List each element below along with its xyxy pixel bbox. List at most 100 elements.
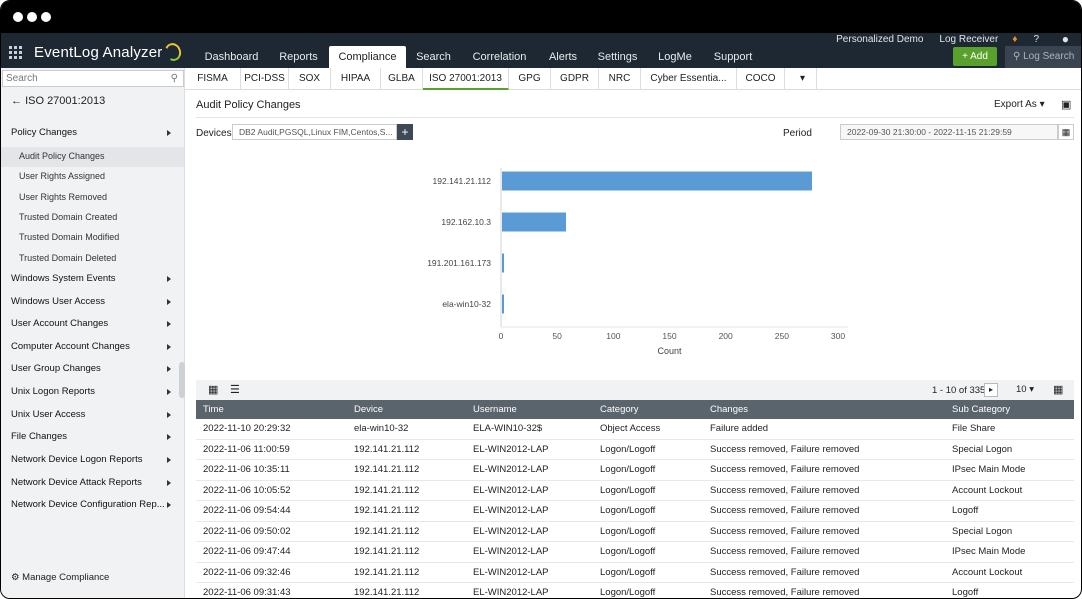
table-row[interactable]: 2022-11-06 09:31:43 192.141.21.112 EL-WIN2… <box>196 583 1074 598</box>
column-chooser-icon[interactable]: ▦ <box>1053 383 1063 396</box>
next-page-button[interactable]: ▸ <box>984 383 998 397</box>
search-icon[interactable]: ⚲ <box>171 71 178 86</box>
compliance-subtab[interactable]: SOX <box>289 68 331 90</box>
table-row[interactable]: 2022-11-06 10:35:11 192.141.21.112 EL-WIN2… <box>196 460 1074 481</box>
sidebar-item[interactable]: Audit Policy Changes <box>19 148 105 164</box>
chart-bar[interactable] <box>502 294 504 314</box>
column-header[interactable]: Time <box>203 400 224 419</box>
table-row[interactable]: 2022-11-06 09:54:44 192.141.21.112 EL-WIN2… <box>196 501 1074 522</box>
table-row[interactable]: 2022-11-10 20:29:32 ela-win10-32 ELA-WIN10… <box>196 419 1074 440</box>
sidebar-category[interactable]: File Changes <box>11 429 171 445</box>
table-cell: Logon/Logoff <box>600 546 656 557</box>
sidebar-title[interactable]: ← ISO 27001:2013 <box>11 95 105 107</box>
compliance-subtab[interactable]: COCO <box>737 68 785 90</box>
sidebar-category[interactable]: Network Device Attack Reports <box>11 475 171 491</box>
column-header[interactable]: Device <box>354 400 383 419</box>
nav-tab[interactable]: Correlation <box>463 46 536 68</box>
table-view-icon[interactable]: ▦ <box>208 383 218 396</box>
sidebar-item[interactable]: Trusted Domain Deleted <box>19 250 116 266</box>
table-cell: Failure added <box>710 423 769 434</box>
main-content: Audit Policy Changes Export As ▾ ▣ Devic… <box>185 90 1081 598</box>
app-logo[interactable]: EventLog Analyzer <box>9 40 185 64</box>
nav-tab[interactable]: Reports <box>271 46 326 68</box>
table-row[interactable]: 2022-11-06 10:05:52 192.141.21.112 EL-WIN2… <box>196 481 1074 501</box>
sidebar-item[interactable]: User Rights Assigned <box>19 168 105 184</box>
sidebar-item[interactable]: Trusted Domain Modified <box>19 229 119 245</box>
table-cell: Logon/Logoff <box>600 587 656 598</box>
compliance-subtab[interactable]: PCI-DSS <box>241 68 289 90</box>
compliance-subtab[interactable]: Cyber Essentia... <box>641 68 737 90</box>
sidebar-category[interactable]: Windows System Events <box>11 271 171 287</box>
column-header[interactable]: Category <box>600 400 639 419</box>
sidebar-category[interactable]: Network Device Configuration Rep... <box>11 497 171 513</box>
period-field[interactable]: 2022-09-30 21:30:00 - 2022-11-15 21:29:5… <box>840 124 1058 140</box>
chart-bar[interactable] <box>502 253 504 273</box>
add-device-button[interactable]: + <box>397 124 413 140</box>
manage-compliance-link[interactable]: ⚙ Manage Compliance <box>11 572 109 583</box>
sidebar-item[interactable]: Trusted Domain Created <box>19 209 117 225</box>
divider <box>196 117 1074 118</box>
schedule-icon[interactable]: ▣ <box>1061 98 1071 111</box>
sidebar-category[interactable]: Network Device Logon Reports <box>11 452 171 468</box>
help-link[interactable]: ? <box>1033 34 1039 45</box>
export-dropdown[interactable]: Export As ▾ <box>994 99 1045 110</box>
sidebar-category[interactable]: Windows User Access <box>11 294 171 310</box>
user-avatar-icon[interactable]: ● <box>1062 32 1069 46</box>
chart-bar[interactable] <box>502 212 567 232</box>
page-size-select[interactable]: 10 ▾ <box>1016 384 1034 395</box>
sidebar-category[interactable]: Unix Logon Reports <box>11 384 171 400</box>
column-header[interactable]: Username <box>473 400 517 419</box>
list-view-icon[interactable]: ☰ <box>230 383 240 396</box>
bell-icon[interactable]: ♦ <box>1012 34 1017 45</box>
devices-field[interactable]: DB2 Audit,PGSQL,Linux FIM,Centos,S... <box>232 124 397 140</box>
log-receiver-link[interactable]: Log Receiver <box>939 34 998 45</box>
table-row[interactable]: 2022-11-06 09:47:44 192.141.21.112 EL-WIN2… <box>196 542 1074 563</box>
table-cell: 2022-11-06 09:54:44 <box>203 505 291 516</box>
compliance-subtab[interactable]: GDPR <box>551 68 599 90</box>
compliance-subtab[interactable]: HIPAA <box>331 68 381 90</box>
table-toolbar: ▦ ☰ 1 - 10 of 335 ▸ 10 ▾ ▦ <box>196 380 1074 400</box>
sidebar-category[interactable]: Policy Changes <box>11 125 171 141</box>
table-row[interactable]: 2022-11-06 09:32:46 192.141.21.112 EL-WIN2… <box>196 563 1074 583</box>
table-row[interactable]: 2022-11-06 11:00:59 192.141.21.112 EL-WIN2… <box>196 440 1074 460</box>
sidebar-item[interactable]: User Rights Removed <box>19 189 107 205</box>
column-header[interactable]: Sub Category <box>952 400 1010 419</box>
nav-tab[interactable]: Search <box>411 46 456 68</box>
more-tabs-icon[interactable]: ▾ <box>789 68 817 90</box>
compliance-subtab[interactable]: NRC <box>599 68 641 90</box>
app-grid-icon[interactable] <box>9 45 22 59</box>
compliance-subtab[interactable]: GLBA <box>381 68 423 90</box>
nav-tab[interactable]: Alerts <box>541 46 585 68</box>
window-dot-icon[interactable] <box>27 12 37 22</box>
compliance-subtab[interactable]: ISO 27001:2013 <box>423 68 509 90</box>
personalized-demo-link[interactable]: Personalized Demo <box>836 34 923 45</box>
table-cell: Account Lockout <box>952 484 1023 496</box>
add-button[interactable]: + Add <box>953 47 997 66</box>
nav-tab[interactable]: Support <box>705 46 761 68</box>
caret-down-icon: ▾ <box>1039 99 1045 110</box>
window-dot-icon[interactable] <box>41 12 51 22</box>
sidebar-search-input[interactable]: Search ⚲ <box>2 70 184 87</box>
table-cell: 2022-11-06 10:05:52 <box>203 484 291 496</box>
compliance-subtab[interactable]: FISMA <box>185 68 241 90</box>
sidebar-category[interactable]: Unix User Access <box>11 407 171 423</box>
back-arrow-icon[interactable]: ← <box>11 95 22 107</box>
chart-bar[interactable] <box>502 171 813 191</box>
table-row[interactable]: 2022-11-06 09:50:02 192.141.21.112 EL-WIN2… <box>196 522 1074 542</box>
sidebar-category[interactable]: User Account Changes <box>11 316 171 332</box>
calendar-icon[interactable]: ▦ <box>1058 124 1074 140</box>
table-cell: Logon/Logoff <box>600 525 656 537</box>
sidebar-category[interactable]: User Group Changes <box>11 361 171 377</box>
nav-tab[interactable]: LogMe <box>652 46 698 68</box>
window-dot-icon[interactable] <box>13 12 23 22</box>
sidebar-category-label: User Group Changes <box>11 363 101 374</box>
nav-tab[interactable]: Dashboard <box>194 46 269 68</box>
compliance-subtab[interactable]: GPG <box>509 68 551 90</box>
log-search-input[interactable]: ⚲ Log Search <box>1005 46 1081 68</box>
nav-tab[interactable]: Compliance <box>329 46 406 68</box>
nav-tab[interactable]: Settings <box>590 46 645 68</box>
chevron-right-icon <box>167 130 171 136</box>
column-header[interactable]: Changes <box>710 400 748 419</box>
search-icon: ⚲ <box>1013 51 1021 62</box>
sidebar-category[interactable]: Computer Account Changes <box>11 339 171 355</box>
